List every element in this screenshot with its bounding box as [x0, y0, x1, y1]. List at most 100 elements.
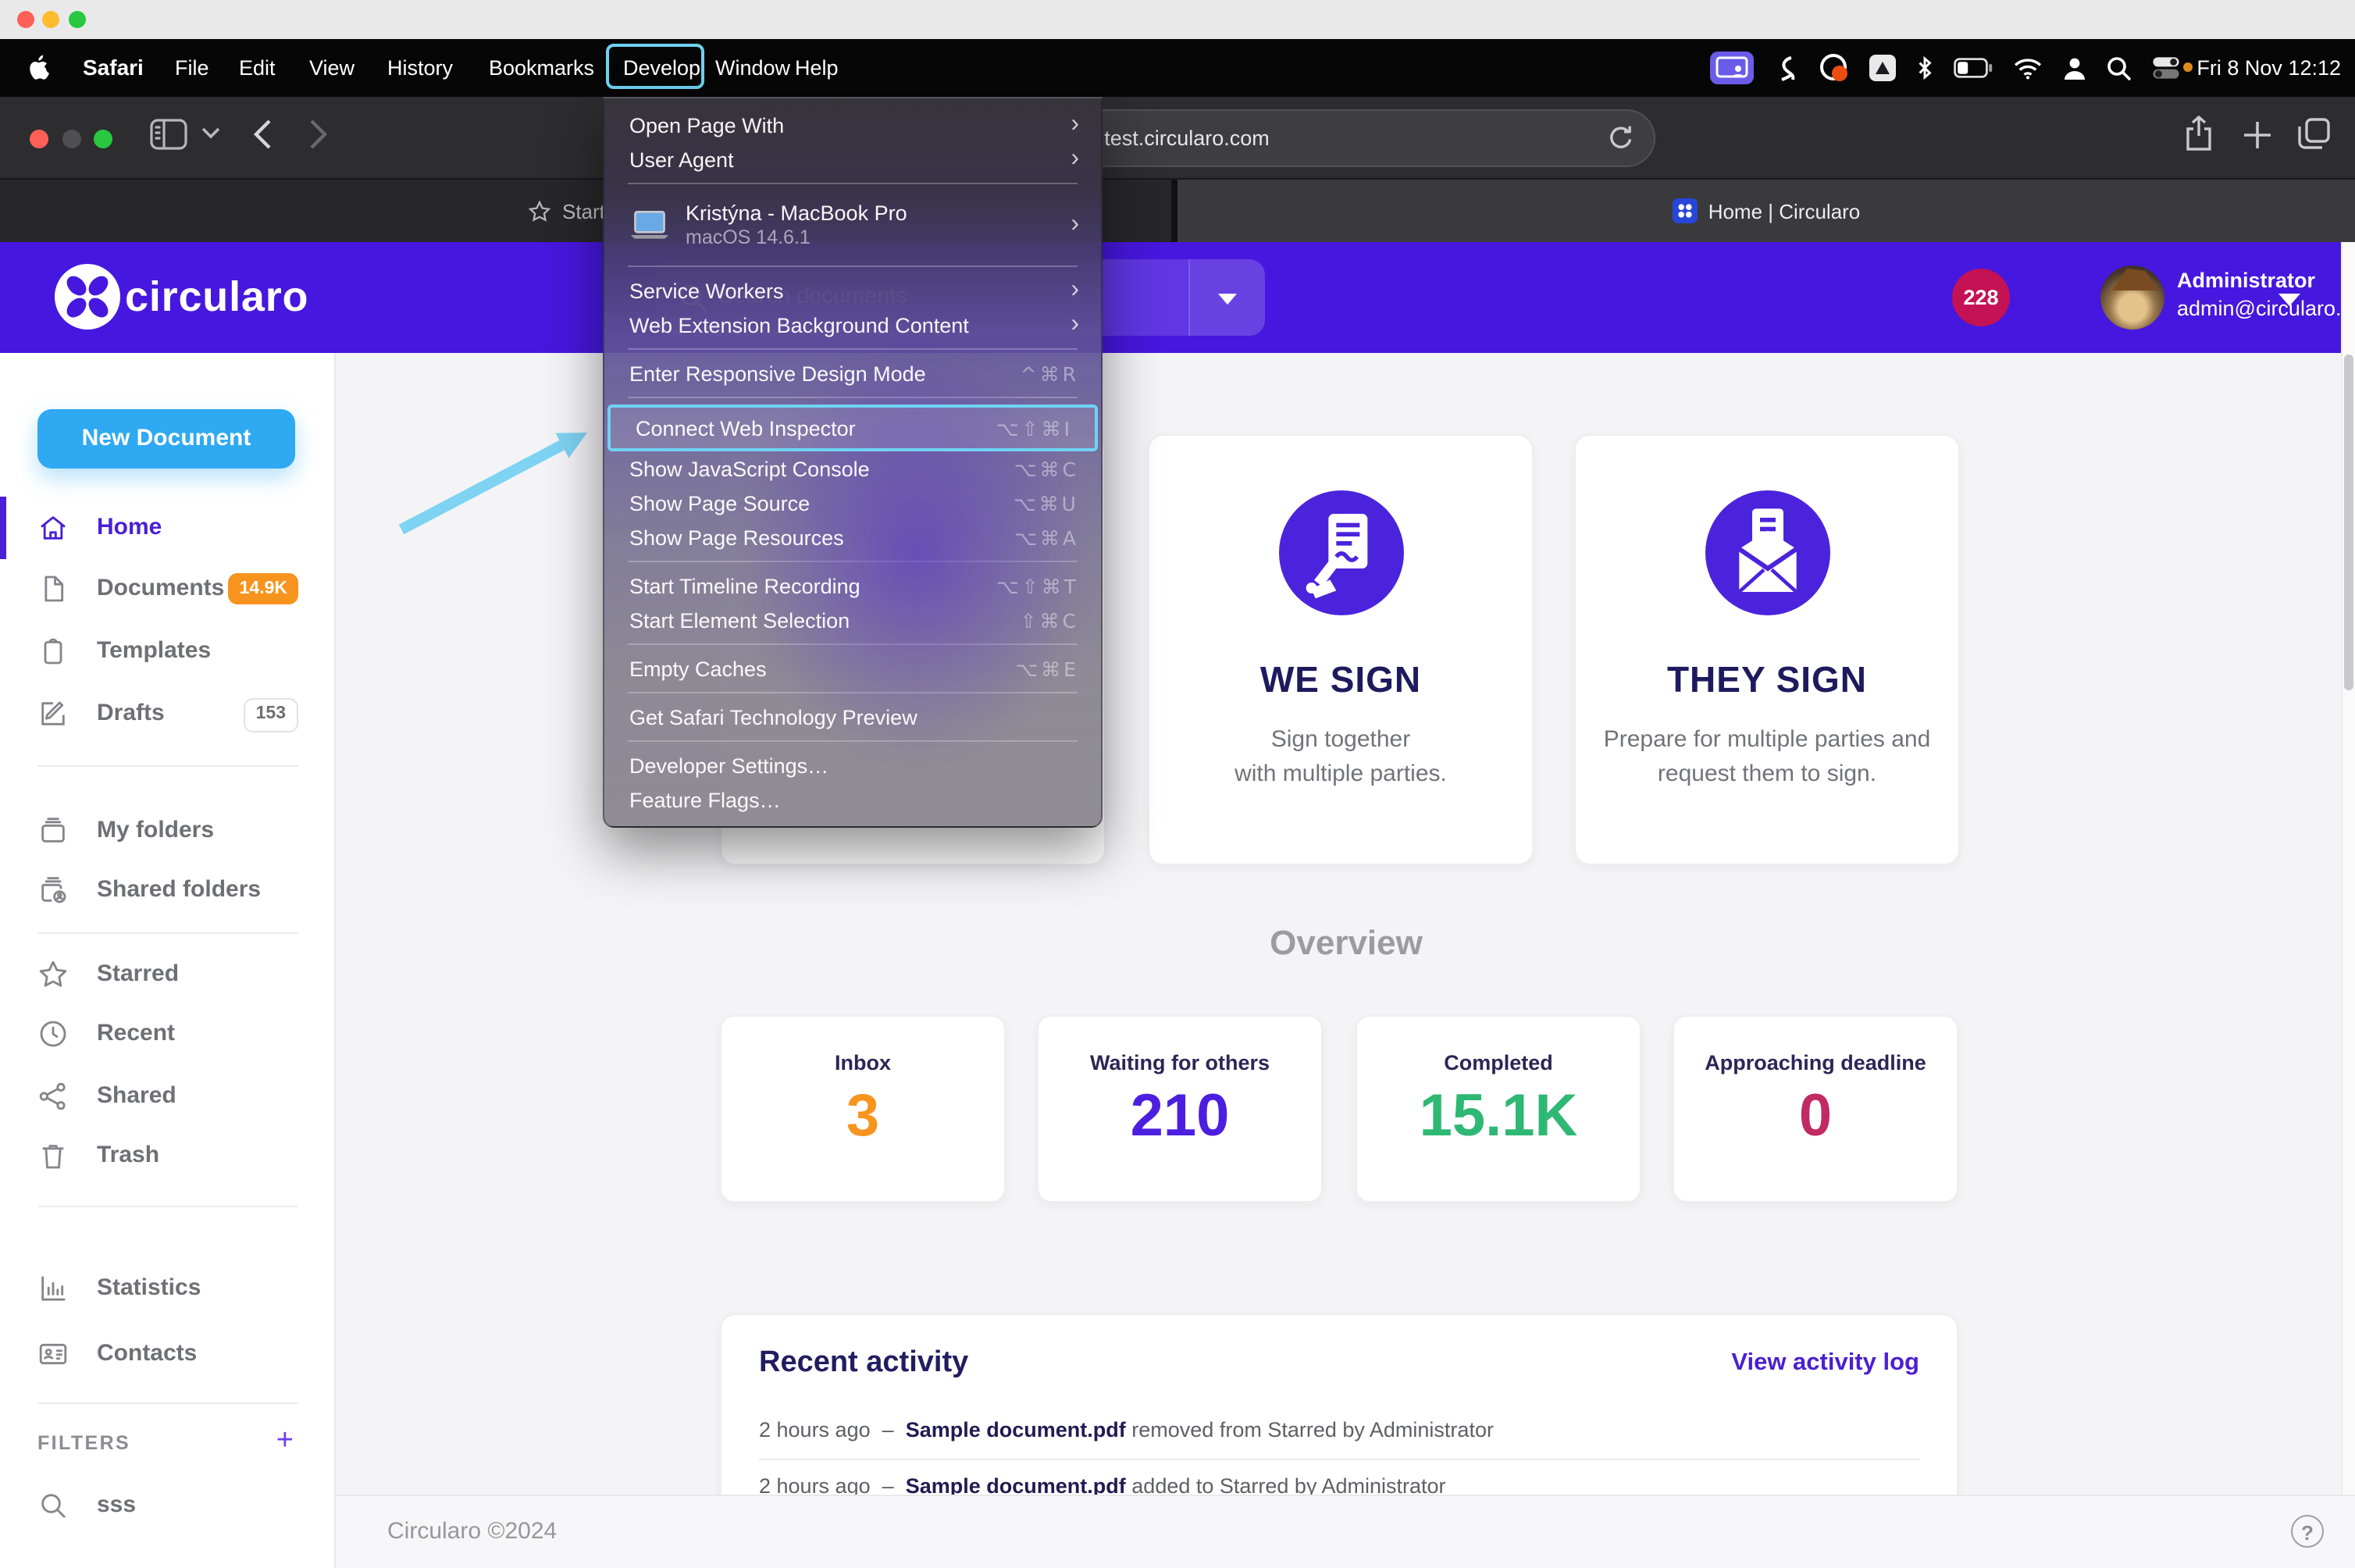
menu-item-empty-caches[interactable]: Empty Caches ⌥⌘E	[604, 651, 1101, 686]
menubar-item-file[interactable]: File	[175, 39, 209, 97]
prism-app-icon[interactable]	[1869, 55, 1896, 81]
clock-icon	[37, 1018, 69, 1049]
sidebar-chevron-icon[interactable]	[201, 127, 220, 139]
menu-item-show-page-source[interactable]: Show Page Source ⌥⌘U	[604, 486, 1101, 520]
activity-row[interactable]: 2 hours ago – Sample document.pdf remove…	[759, 1402, 1919, 1459]
help-button[interactable]: ?	[2291, 1515, 2324, 1548]
sidebar-item-templates[interactable]: Templates	[0, 620, 334, 682]
tab-overview-icon[interactable]	[2297, 117, 2332, 151]
new-tab-icon[interactable]	[2243, 120, 2272, 150]
menubar-item-bookmarks[interactable]: Bookmarks	[489, 39, 594, 97]
sidebar-item-drafts[interactable]: Drafts 153	[0, 682, 334, 745]
they-sign-card[interactable]: THEY SIGN Prepare for multiple parties a…	[1574, 434, 1960, 865]
menu-item-web-extension-background-content[interactable]: Web Extension Background Content	[604, 308, 1101, 342]
menu-item-connect-web-inspector[interactable]: Connect Web Inspector ⌥⇧⌘I	[607, 404, 1098, 451]
wifi-icon[interactable]	[2013, 57, 2043, 79]
menu-item-show-page-resources[interactable]: Show Page Resources ⌥⌘A	[604, 520, 1101, 554]
safari-minimize-button[interactable]	[62, 130, 81, 148]
menu-item-enter-responsive-design-mode[interactable]: Enter Responsive Design Mode ^⌘R	[604, 356, 1101, 390]
fast-user-switch-icon[interactable]	[2063, 55, 2086, 80]
search-icon	[37, 1490, 69, 1521]
record-status-icon[interactable]	[1819, 53, 1849, 83]
status-dot	[2183, 62, 2193, 72]
menu-divider	[628, 397, 1078, 398]
menu-item-feature-flags[interactable]: Feature Flags…	[604, 782, 1101, 817]
share-icon[interactable]	[2183, 116, 2214, 153]
menu-item-start-timeline-recording[interactable]: Start Timeline Recording ⌥⇧⌘T	[604, 568, 1101, 603]
spotlight-search-icon[interactable]	[2107, 55, 2132, 80]
menubar-item-history[interactable]: History	[387, 39, 453, 97]
safari-fullscreen-button[interactable]	[94, 130, 112, 148]
menu-item-developer-settings[interactable]: Developer Settings…	[604, 748, 1101, 782]
macbook-icon	[629, 209, 670, 241]
menubar-item-view[interactable]: View	[309, 39, 354, 97]
menu-item-show-javascript-console[interactable]: Show JavaScript Console ⌥⌘C	[604, 451, 1101, 486]
scrollbar-thumb[interactable]	[2344, 355, 2353, 690]
divider	[37, 932, 298, 934]
sidebar-item-documents[interactable]: Documents 14.9K	[0, 558, 334, 620]
control-center-icon[interactable]	[2152, 56, 2193, 80]
battery-icon[interactable]	[1954, 58, 1993, 78]
minimize-window-button[interactable]	[42, 11, 59, 28]
screen-mirroring-icon[interactable]	[1710, 52, 1754, 84]
apple-menu-icon[interactable]	[28, 39, 52, 97]
back-button[interactable]	[253, 119, 272, 150]
notification-badge[interactable]: 228	[1952, 269, 2010, 326]
menu-divider	[628, 265, 1078, 267]
brand-name[interactable]: circularo	[125, 242, 308, 353]
sidebar-toggle-icon[interactable]	[150, 119, 187, 150]
user-menu-chevron-icon[interactable]	[2278, 294, 2300, 306]
sidebar-item-trash[interactable]: Trash	[0, 1124, 334, 1187]
stat-deadline[interactable]: Approaching deadline 0	[1673, 1015, 1958, 1203]
menu-item-service-workers[interactable]: Service Workers	[604, 273, 1101, 308]
sidebar-item-recent[interactable]: Recent	[0, 1003, 334, 1065]
menubar-item-edit[interactable]: Edit	[239, 39, 276, 97]
new-document-button[interactable]: New Document	[37, 409, 295, 469]
menubar-item-window[interactable]: Window	[715, 39, 790, 97]
reload-icon[interactable]	[1609, 125, 1634, 151]
sidebar-item-starred[interactable]: Starred	[0, 943, 334, 1006]
sidebar-item-shared-folders[interactable]: Shared folders	[0, 859, 334, 921]
recent-activity-heading: Recent activity	[759, 1346, 969, 1379]
search-type-dropdown[interactable]	[1188, 259, 1265, 336]
sidebar-item-contacts[interactable]: Contacts	[0, 1323, 334, 1385]
menu-item-get-safari-technology-preview[interactable]: Get Safari Technology Preview	[604, 700, 1101, 734]
stat-inbox[interactable]: Inbox 3	[720, 1015, 1006, 1203]
menubar-status-icons	[1710, 39, 2193, 97]
circularo-logo[interactable]	[53, 262, 122, 331]
zoom-window-button[interactable]	[69, 11, 86, 28]
menubar-clock[interactable]: Fri 8 Nov 12:12	[2196, 39, 2341, 97]
view-activity-log-link[interactable]: View activity log	[1731, 1349, 1919, 1377]
close-window-button[interactable]	[17, 11, 34, 28]
sidebar-item-filter-sss[interactable]: sss	[0, 1474, 334, 1537]
forward-button[interactable]	[309, 119, 328, 150]
sidebar-item-shared[interactable]: Shared	[0, 1065, 334, 1128]
menubar-item-safari[interactable]: Safari	[83, 39, 144, 97]
avatar[interactable]	[2100, 265, 2164, 330]
shared-folder-icon	[37, 875, 69, 906]
scrollbar[interactable]	[2341, 242, 2355, 1495]
we-sign-desc-1: Sign together	[1270, 726, 1411, 753]
copyright-text: Circularo ©2024	[387, 1518, 558, 1545]
menu-item-user-agent[interactable]: User Agent	[604, 142, 1101, 176]
sidebar-item-statistics[interactable]: Statistics	[0, 1257, 334, 1320]
safari-close-button[interactable]	[30, 130, 48, 148]
menubar-item-help[interactable]: Help	[795, 39, 839, 97]
add-filter-button[interactable]: +	[276, 1424, 294, 1459]
tab-home-circularo[interactable]: Home | Circularo	[1178, 180, 2355, 242]
hook-utility-icon[interactable]	[1774, 54, 1799, 82]
stat-waiting[interactable]: Waiting for others 210	[1037, 1015, 1323, 1203]
menu-item-open-page-with[interactable]: Open Page With	[604, 108, 1101, 142]
sidebar-item-my-folders[interactable]: My folders	[0, 800, 334, 862]
bluetooth-icon[interactable]	[1916, 55, 1933, 81]
sidebar-item-home[interactable]: Home	[0, 497, 334, 559]
star-icon	[528, 199, 551, 221]
stat-deadline-label: Approaching deadline	[1705, 1051, 1926, 1074]
we-sign-desc-2: with multiple parties.	[1235, 761, 1447, 787]
menu-item-device[interactable]: Kristýna - MacBook Pro macOS 14.6.1	[604, 191, 1101, 259]
stat-completed[interactable]: Completed 15.1K	[1356, 1015, 1641, 1203]
contact-card-icon	[37, 1338, 69, 1370]
we-sign-card[interactable]: WE SIGN Sign together with multiple part…	[1148, 434, 1534, 865]
macos-menubar: Safari File Edit View History Bookmarks …	[0, 39, 2355, 97]
menu-item-start-element-selection[interactable]: Start Element Selection ⇧⌘C	[604, 603, 1101, 637]
